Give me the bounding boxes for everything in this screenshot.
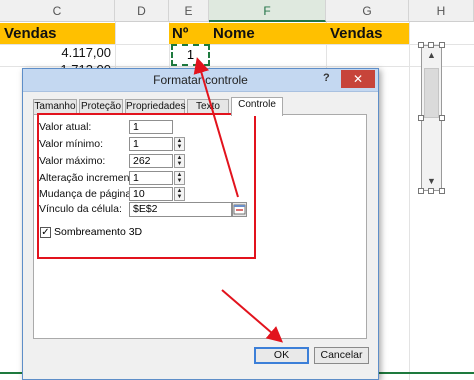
- tab-controle[interactable]: Controle: [231, 97, 283, 116]
- arrow-to-ok-button: [221, 289, 284, 343]
- excel-window: C D E F G H Vendas Nº Nome Vendas 4.117,…: [0, 0, 474, 380]
- annotation-arrows: [193, 57, 284, 343]
- arrow-to-cell-e2: [193, 57, 239, 198]
